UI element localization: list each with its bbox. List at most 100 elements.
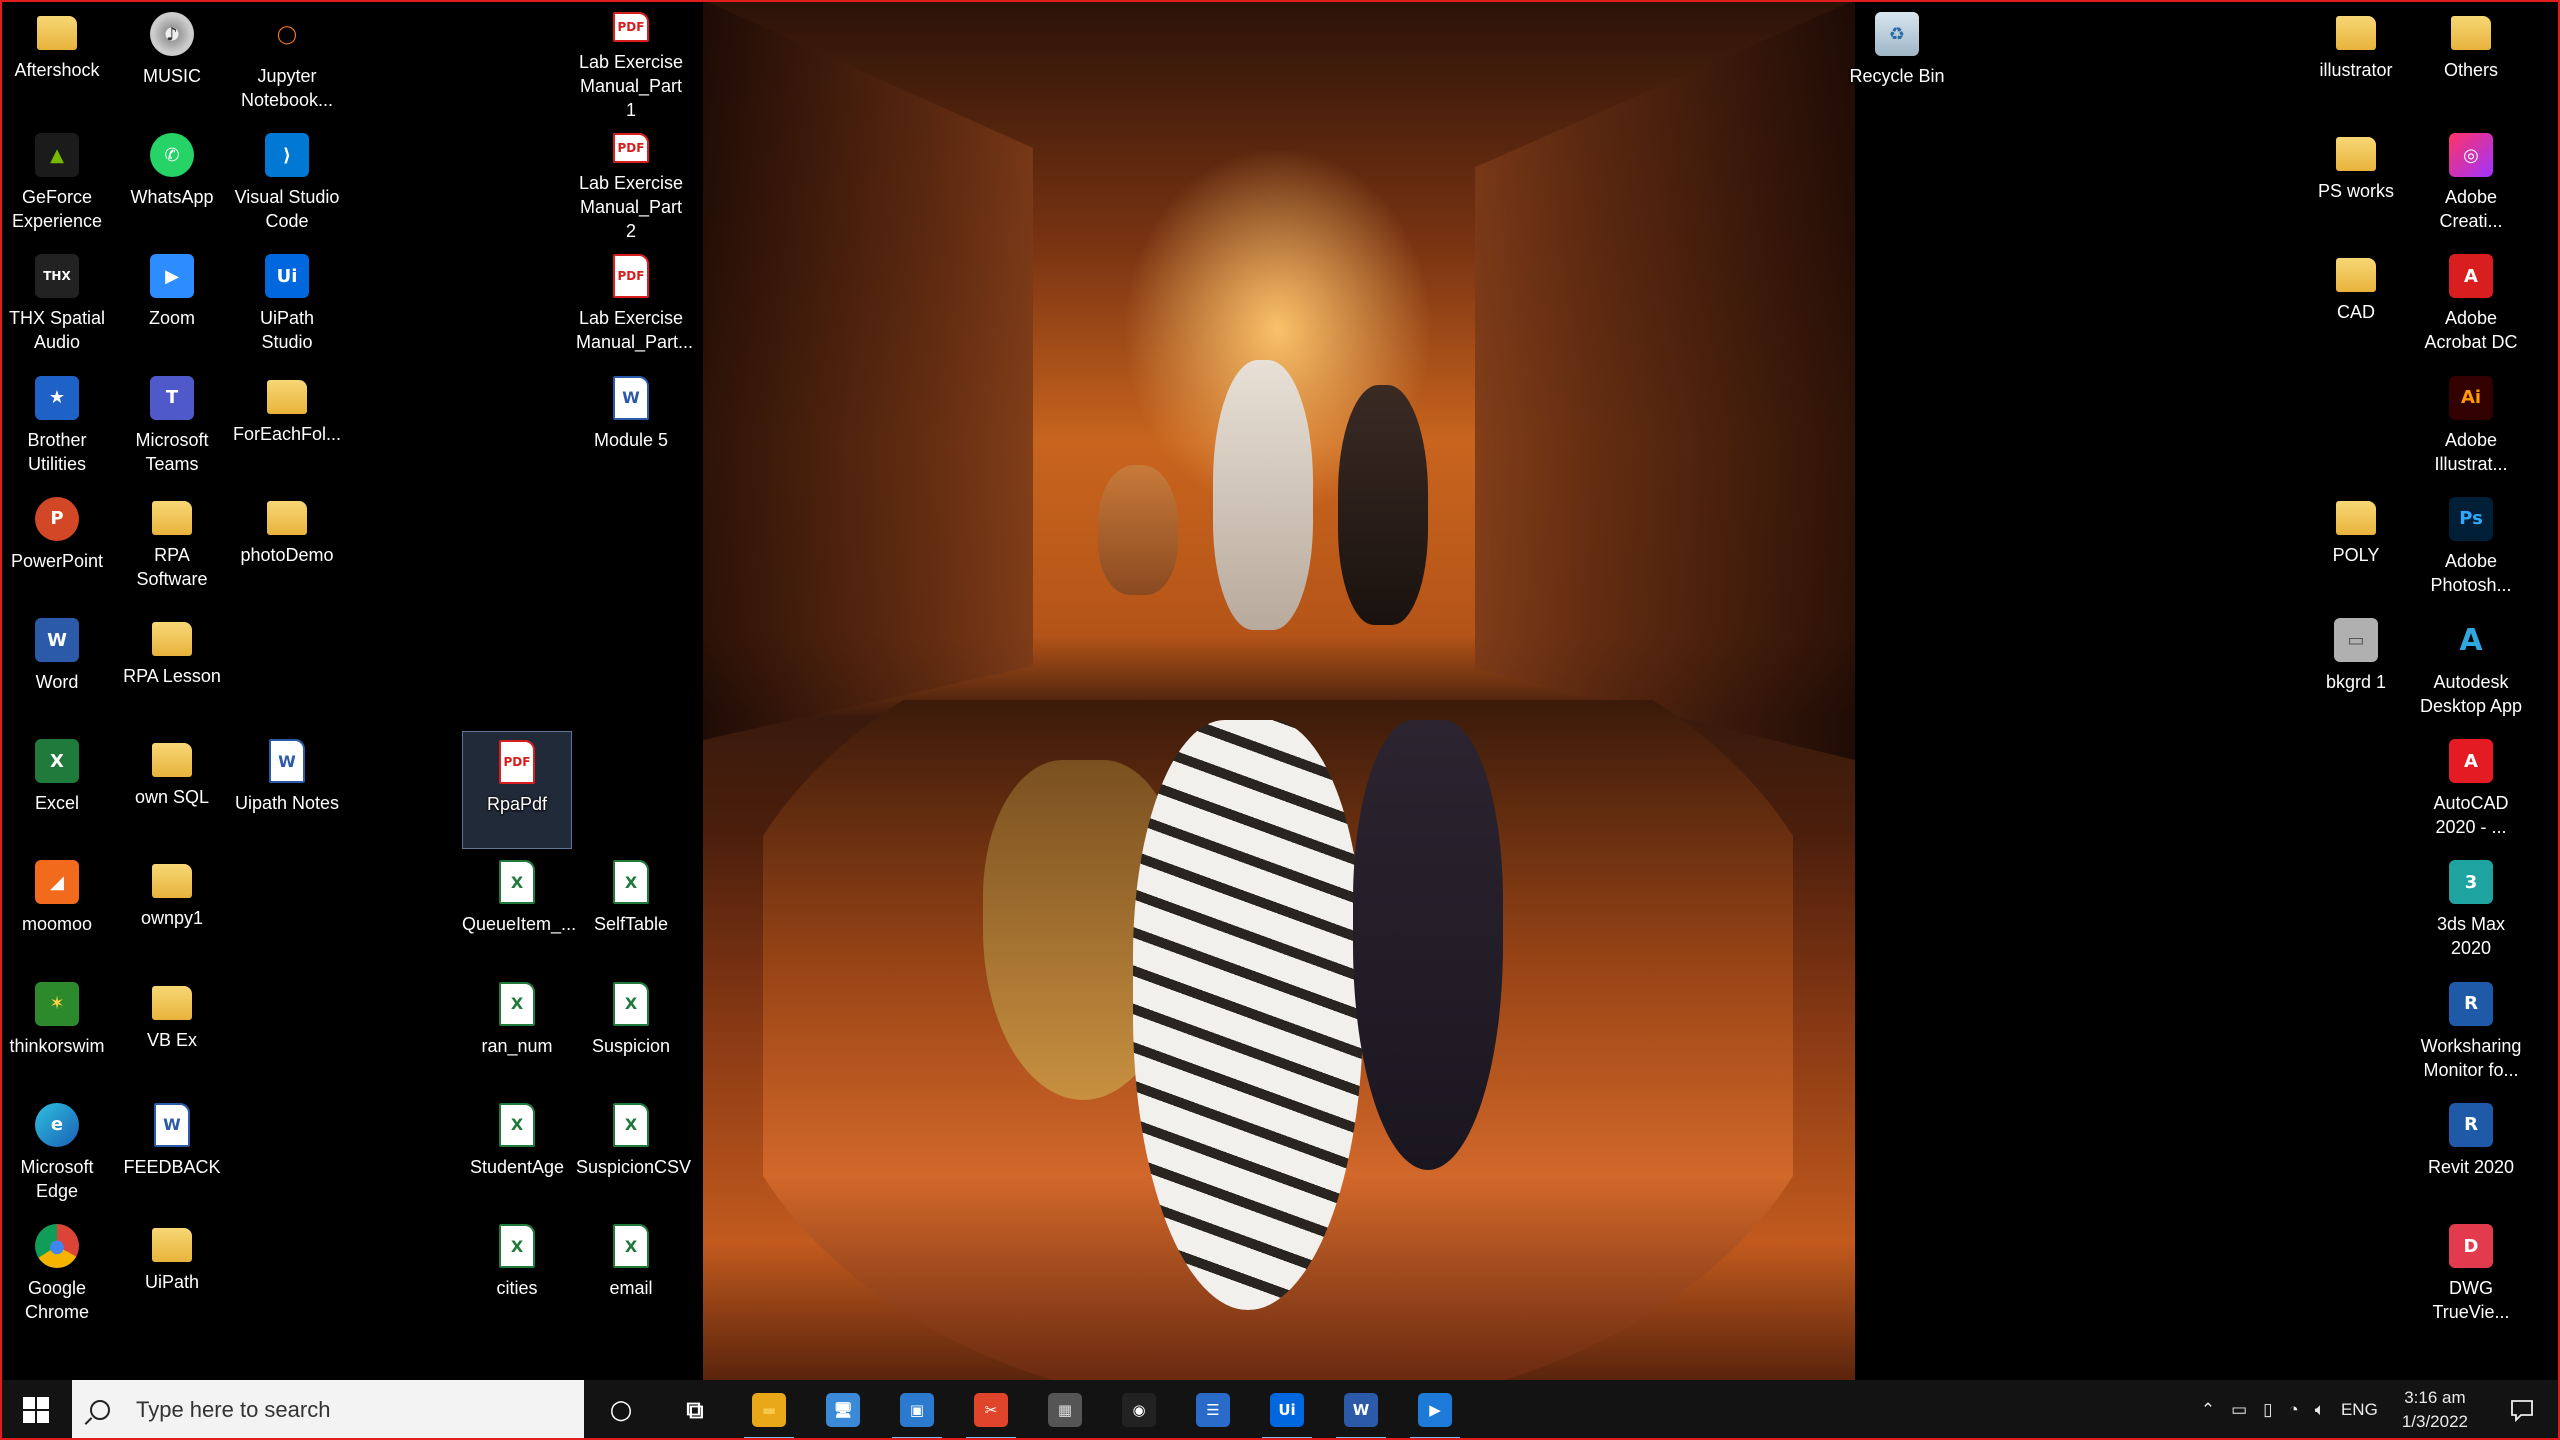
excel-file-icon: X bbox=[499, 981, 535, 1026]
desktop-icon-uipath-notes[interactable]: W Uipath Notes bbox=[232, 731, 342, 849]
desktop-icon-label: Suspicion bbox=[591, 1035, 671, 1056]
desktop-icon-uipath[interactable]: UiPath bbox=[117, 1216, 227, 1334]
desktop-icon-whatsapp[interactable]: ✆ WhatsApp bbox=[117, 125, 227, 243]
desktop-icon-label: SuspicionCSV bbox=[576, 1156, 692, 1177]
desktop-icon-lab-exercise-manual-part-1[interactable]: PDF Lab Exercise Manual_Part 1 bbox=[576, 4, 686, 122]
desktop-icon-visual-studio-code[interactable]: ⟩ Visual Studio Code bbox=[232, 125, 342, 243]
desktop-icon-worksharing-monitor-fo[interactable]: R Worksharing Monitor fo... bbox=[2416, 974, 2526, 1092]
desktop-icon-vb-ex[interactable]: VB Ex bbox=[117, 974, 227, 1092]
desktop-icon-ran-num[interactable]: Xran_num bbox=[462, 974, 572, 1092]
task-view-icon: ⧉ bbox=[686, 1396, 704, 1424]
desktop-icon-illustrator[interactable]: illustrator bbox=[2301, 4, 2411, 122]
file-explorer-icon: ▬ bbox=[752, 1393, 786, 1427]
desktop-icon-music[interactable]: ♪ MUSIC bbox=[117, 4, 227, 122]
volume-icon[interactable]: 🔈︎ bbox=[2307, 1380, 2333, 1440]
taskbar-app-calculator[interactable]: ▦ bbox=[1028, 1380, 1102, 1440]
desktop-icon-moomoo[interactable]: ◢ moomoo bbox=[2, 852, 112, 970]
language-indicator[interactable]: ENG bbox=[2333, 1380, 2386, 1440]
clock[interactable]: 3:16 am 1/3/2022 bbox=[2386, 1380, 2484, 1440]
desktop-icon-microsoft-teams[interactable]: T Microsoft Teams bbox=[117, 368, 227, 486]
start-button[interactable] bbox=[0, 1380, 72, 1440]
search-box[interactable] bbox=[72, 1380, 584, 1440]
taskbar-app-video-player[interactable]: ▶ bbox=[1398, 1380, 1472, 1440]
desktop-icon-rpapdf[interactable]: PDF RpaPdf bbox=[462, 731, 572, 850]
taskbar-app-file-explorer[interactable]: ▬ bbox=[732, 1380, 806, 1440]
desktop-icon-label: moomoo bbox=[21, 914, 93, 935]
desktop-icon-autodesk-desktop-app[interactable]: A Autodesk Desktop App bbox=[2416, 610, 2526, 728]
desktop-icon-3ds-max-2020[interactable]: 3 3ds Max 2020 bbox=[2416, 852, 2526, 970]
desktop-icon-autocad-2020[interactable]: A AutoCAD 2020 - ... bbox=[2416, 731, 2526, 849]
search-input[interactable] bbox=[134, 1396, 558, 1424]
desktop-icon-email[interactable]: Xemail bbox=[576, 1216, 686, 1334]
desktop-icon-suspicion[interactable]: X Suspicion bbox=[576, 974, 686, 1092]
show-hidden-icons-icon[interactable]: ⌃ bbox=[2193, 1380, 2223, 1440]
desktop-icon-recycle-bin[interactable]: ♻ Recycle Bin bbox=[1842, 4, 1952, 122]
desktop-icon-uipath-studio[interactable]: Ui UiPath Studio bbox=[232, 246, 342, 364]
desktop-icon-queueitem[interactable]: X QueueItem_... bbox=[462, 852, 577, 970]
desktop-icon-own-sql[interactable]: own SQL bbox=[117, 731, 227, 849]
desktop-icon-thinkorswim[interactable]: ✶ thinkorswim bbox=[2, 974, 112, 1092]
desktop-icon-microsoft-edge[interactable]: e Microsoft Edge bbox=[2, 1095, 112, 1213]
desktop-icon-revit-2020[interactable]: R Revit 2020 bbox=[2416, 1095, 2526, 1213]
battery-icon[interactable]: ▭ bbox=[2223, 1380, 2255, 1440]
desktop-icon-jupyter-notebook[interactable]: ◯ Jupyter Notebook... bbox=[232, 4, 342, 122]
jupyter-icon: ◯ bbox=[276, 23, 298, 45]
desktop-icon-bkgrd-1[interactable]: ▭ bkgrd 1 bbox=[2301, 610, 2411, 728]
desktop-icon-adobe-creati[interactable]: ◎ Adobe Creati... bbox=[2416, 125, 2526, 243]
taskbar-app-word-taskbar[interactable]: W bbox=[1324, 1380, 1398, 1440]
photoshop-icon: Ps bbox=[2449, 496, 2493, 541]
whatsapp-icon: ✆ bbox=[150, 133, 194, 178]
desktop-icon-lab-exercise-manual-part-2[interactable]: PDF Lab Exercise Manual_Part 2 bbox=[576, 125, 686, 243]
media-player-icon: ◉ bbox=[1122, 1393, 1156, 1427]
desktop-icon-zoom[interactable]: ▶ Zoom bbox=[117, 246, 227, 364]
desktop-icon-ps-works[interactable]: PS works bbox=[2301, 125, 2411, 243]
desktop-icon-label: 3ds Max 2020 bbox=[2436, 914, 2506, 959]
desktop-icon-photodemo[interactable]: photoDemo bbox=[232, 489, 342, 607]
desktop-icon-geforce-experience[interactable]: ▲ GeForce Experience bbox=[2, 125, 112, 243]
desktop-icon-rpa-software[interactable]: RPA Software bbox=[117, 489, 227, 607]
desktop-icon-lab-exercise-manual-part[interactable]: PDF Lab Exercise Manual_Part... bbox=[576, 246, 693, 364]
folder-icon bbox=[152, 500, 192, 535]
desktop-icon-google-chrome[interactable]: ● Google Chrome bbox=[2, 1216, 112, 1334]
desktop-icon-feedback[interactable]: W FEEDBACK bbox=[117, 1095, 227, 1213]
desktop-icon-suspicioncsv[interactable]: X SuspicionCSV bbox=[576, 1095, 692, 1213]
desktop-icon-dwg-truevie[interactable]: D DWG TrueVie... bbox=[2416, 1216, 2526, 1334]
folder-icon bbox=[2336, 137, 2376, 172]
taskbar-app-settings-panel[interactable]: ☰ bbox=[1176, 1380, 1250, 1440]
desktop-icon-adobe-acrobat-dc[interactable]: A Adobe Acrobat DC bbox=[2416, 246, 2526, 364]
desktop-icon-label: SelfTable bbox=[593, 914, 669, 935]
thx-icon: THX bbox=[35, 254, 79, 299]
wifi-icon[interactable]: ◔ bbox=[2280, 1380, 2306, 1440]
taskbar-app-uipath-taskbar[interactable]: Ui bbox=[1250, 1380, 1324, 1440]
dwg-icon: D bbox=[2449, 1224, 2493, 1268]
desktop-icon-aftershock[interactable]: Aftershock bbox=[2, 4, 112, 122]
revit-icon: R bbox=[2449, 1102, 2493, 1147]
desktop-icon-cad[interactable]: CAD bbox=[2301, 246, 2411, 364]
notification-center-icon[interactable] bbox=[2484, 1380, 2560, 1440]
desktop-icon-label: QueueItem_... bbox=[462, 914, 577, 935]
desktop-icon-brother-utilities[interactable]: ★ Brother Utilities bbox=[2, 368, 112, 486]
taskbar-app-snipping-tool[interactable]: ✂ bbox=[954, 1380, 1028, 1440]
taskbar-app-remote-desktop[interactable]: 🖥 bbox=[806, 1380, 880, 1440]
desktop-icon-cities[interactable]: Xcities bbox=[462, 1216, 572, 1334]
desktop-icon-selftable[interactable]: X SelfTable bbox=[576, 852, 686, 970]
desktop-icon-powerpoint[interactable]: P PowerPoint bbox=[2, 489, 112, 607]
desktop-icon-adobe-photosh[interactable]: Ps Adobe Photosh... bbox=[2416, 489, 2526, 607]
desktop-icon-module-5[interactable]: W Module 5 bbox=[576, 368, 686, 486]
taskbar-app-task-view[interactable]: ⧉ bbox=[658, 1380, 732, 1440]
desktop-icon-poly[interactable]: POLY bbox=[2301, 489, 2411, 607]
taskbar-app-cortana[interactable]: ○ bbox=[584, 1380, 658, 1440]
desktop-icon-word[interactable]: W Word bbox=[2, 610, 112, 728]
desktop-icon-label: Google Chrome bbox=[24, 1278, 90, 1322]
desktop-icon-foreachfol[interactable]: ForEachFol... bbox=[232, 368, 342, 486]
camera-icon[interactable]: ▯ bbox=[2255, 1380, 2280, 1440]
desktop-icon-rpa-lesson[interactable]: RPA Lesson bbox=[117, 610, 227, 728]
desktop-icon-others[interactable]: Others bbox=[2416, 4, 2526, 122]
desktop-icon-studentage[interactable]: X StudentAge bbox=[462, 1095, 572, 1213]
desktop-icon-adobe-illustrat[interactable]: Ai Adobe Illustrat... bbox=[2416, 368, 2526, 486]
desktop-icon-thx-spatial-audio[interactable]: THX THX Spatial Audio bbox=[2, 246, 112, 364]
desktop-icon-excel[interactable]: X Excel bbox=[2, 731, 112, 849]
taskbar-app-network-monitor[interactable]: ▣ bbox=[880, 1380, 954, 1440]
taskbar-app-media-player[interactable]: ◉ bbox=[1102, 1380, 1176, 1440]
desktop-icon-ownpy1[interactable]: ownpy1 bbox=[117, 852, 227, 970]
